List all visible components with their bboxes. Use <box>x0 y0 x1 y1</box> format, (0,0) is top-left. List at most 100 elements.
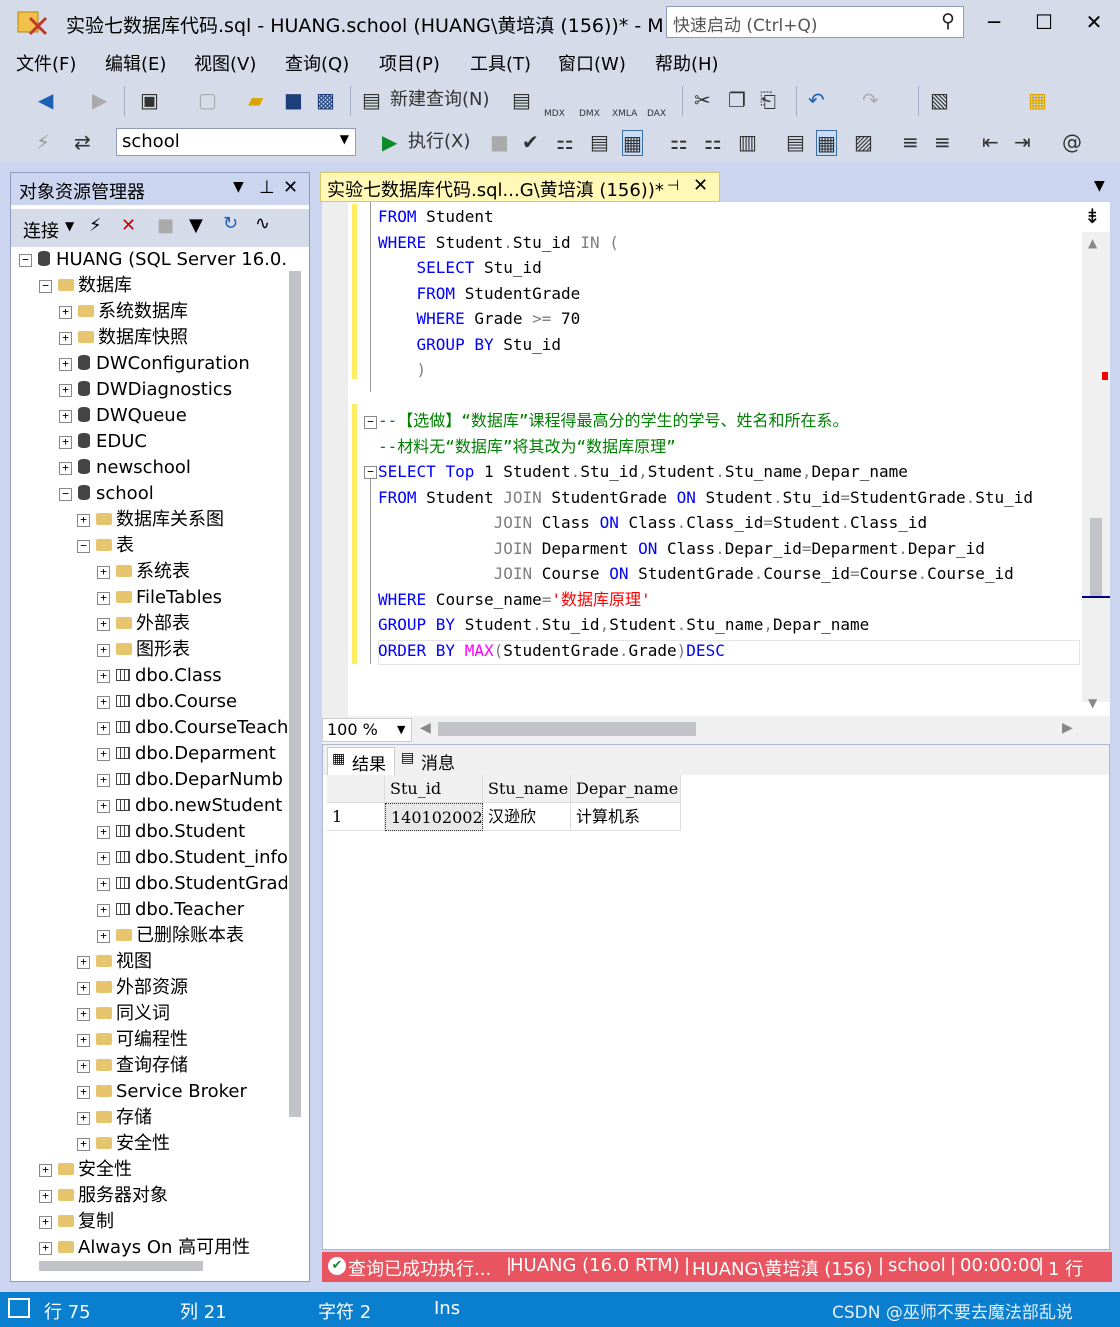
expand-icon[interactable]: + <box>97 877 110 891</box>
code-line[interactable]: --材料无“数据库”将其改为“数据库原理” <box>378 434 676 459</box>
live-stats-icon[interactable]: ⚏ <box>704 130 722 154</box>
expand-icon[interactable]: + <box>97 669 110 683</box>
solution-explorer-icon[interactable]: ▦ <box>1028 88 1047 112</box>
scrollbar-thumb[interactable] <box>1090 518 1102 598</box>
increase-indent-icon[interactable]: ⇥ <box>1014 130 1031 154</box>
results-to-text-icon[interactable]: ▤ <box>786 130 805 154</box>
tree-node-database-snapshots[interactable]: + 数据库快照 <box>59 325 188 351</box>
display-plan-icon[interactable]: ⚏ <box>556 130 574 154</box>
tree-node-filetables[interactable]: + FileTables <box>97 585 222 611</box>
refresh-icon[interactable]: ↻ <box>223 213 238 234</box>
tree-node-views[interactable]: + 视图 <box>77 949 152 975</box>
tree-node-tables[interactable]: − 表 <box>77 533 134 559</box>
database-select[interactable]: school ▼ <box>116 128 356 156</box>
expand-icon[interactable]: + <box>77 1033 90 1047</box>
code-line[interactable]: SELECT Top 1 Student.Stu_id,Student.Stu_… <box>378 459 908 484</box>
uncomment-icon[interactable]: ≡ <box>934 130 951 154</box>
expand-icon[interactable]: + <box>59 409 72 423</box>
collapse-icon[interactable]: − <box>364 416 377 429</box>
tab-results[interactable]: ▦ 结果 <box>327 747 395 775</box>
expand-icon[interactable]: + <box>97 825 110 839</box>
tree-node-dwqueue[interactable]: + DWQueue <box>59 403 187 429</box>
menu-edit[interactable]: 编辑(E) <box>105 50 166 76</box>
expand-icon[interactable]: + <box>77 513 90 527</box>
connect-icon[interactable]: ⚡ <box>36 130 50 154</box>
menu-help[interactable]: 帮助(H) <box>655 50 719 76</box>
tree-node-query-store[interactable]: + 查询存储 <box>77 1053 188 1079</box>
include-plan-icon[interactable]: ⚏ <box>670 130 688 154</box>
code-line[interactable]: FROM Student JOIN StudentGrade ON Studen… <box>378 485 1033 510</box>
object-explorer-hscrollbar[interactable] <box>39 1261 203 1271</box>
code-line[interactable]: --【选做】“数据库”课程得最高分的学生的学号、姓名和所在系。 <box>378 408 849 433</box>
code-line[interactable]: GROUP BY Stu_id <box>378 332 562 357</box>
tree-node-server[interactable]: − HUANG (SQL Server 16.0.1 <box>19 247 287 273</box>
collapse-icon[interactable]: − <box>59 487 72 501</box>
redo-icon[interactable]: ↷ <box>862 88 879 112</box>
expand-icon[interactable]: + <box>97 591 110 605</box>
tree-node-table[interactable]: + dbo.Student <box>97 819 245 845</box>
scroll-up-icon[interactable]: ▲ <box>1088 236 1097 250</box>
expand-icon[interactable]: + <box>77 1137 90 1151</box>
expand-icon[interactable]: + <box>97 565 110 579</box>
pin-icon[interactable]: ⊣ <box>667 178 679 194</box>
expand-icon[interactable]: + <box>39 1189 52 1203</box>
expand-icon[interactable]: + <box>39 1241 52 1255</box>
comment-out-icon[interactable]: ≡ <box>902 130 919 154</box>
code-area[interactable]: FROM Student WHERE Student.Stu_id IN ( SE… <box>378 204 1084 709</box>
tree-node-server-objects[interactable]: + 服务器对象 <box>39 1183 168 1209</box>
tree-node-table[interactable]: + dbo.Class <box>97 663 222 689</box>
execute-button[interactable]: 执行(X) <box>408 130 470 154</box>
zoom-select[interactable]: 100 % ▼ <box>322 718 412 742</box>
expand-icon[interactable]: + <box>77 1085 90 1099</box>
activity-monitor-icon[interactable]: ▧ <box>930 88 949 112</box>
code-line[interactable]: WHERE Student.Stu_id IN ( <box>378 230 619 255</box>
scroll-down-icon[interactable]: ▼ <box>1088 696 1097 710</box>
expand-icon[interactable]: + <box>97 643 110 657</box>
chevron-down-icon[interactable]: ▼ <box>1094 178 1105 194</box>
expand-icon[interactable]: + <box>97 903 110 917</box>
execute-icon[interactable]: ▶ <box>382 130 397 154</box>
expand-icon[interactable]: + <box>59 357 72 371</box>
code-line[interactable]: FROM Student <box>378 204 494 229</box>
close-tab-icon[interactable]: ✕ <box>693 175 708 196</box>
expand-icon[interactable]: + <box>97 695 110 709</box>
tree-node-table[interactable]: + dbo.DeparNumb <box>97 767 283 793</box>
column-header[interactable]: Stu_id <box>385 775 483 803</box>
expand-icon[interactable]: + <box>77 1111 90 1125</box>
cut-icon[interactable]: ✂ <box>694 88 711 112</box>
menu-tools[interactable]: 工具(T) <box>470 50 531 76</box>
db-engine-query-icon[interactable]: ▤ <box>512 88 531 112</box>
tree-node-replication[interactable]: + 复制 <box>39 1209 114 1235</box>
tree-node-system-databases[interactable]: + 系统数据库 <box>59 299 188 325</box>
tree-node-dwconfiguration[interactable]: + DWConfiguration <box>59 351 250 377</box>
undo-icon[interactable]: ↶ <box>808 88 825 112</box>
column-header[interactable]: Stu_name <box>483 775 571 803</box>
specify-values-icon[interactable]: @ <box>1062 130 1082 154</box>
search-icon[interactable]: ⚲ <box>941 10 955 32</box>
expand-icon[interactable]: + <box>77 955 90 969</box>
expand-icon[interactable]: + <box>59 383 72 397</box>
menu-window[interactable]: 窗口(W) <box>558 50 626 76</box>
tree-node-storage[interactable]: + 存储 <box>77 1105 152 1131</box>
expand-icon[interactable]: + <box>77 981 90 995</box>
decrease-indent-icon[interactable]: ⇤ <box>982 130 999 154</box>
editor-hscrollbar-thumb[interactable] <box>438 722 696 736</box>
chevron-down-icon[interactable]: ▼ <box>233 179 244 195</box>
tree-node-table[interactable]: + dbo.Course <box>97 689 237 715</box>
tree-node-external-resources[interactable]: + 外部资源 <box>77 975 188 1001</box>
tree-node-system-tables[interactable]: + 系统表 <box>97 559 190 585</box>
tab-messages[interactable]: ▤ 消息 <box>399 747 463 775</box>
tree-node-school[interactable]: − school <box>59 481 154 507</box>
collapse-icon[interactable]: − <box>77 539 90 553</box>
connect-button[interactable]: 连接 <box>23 217 59 243</box>
expand-icon[interactable]: + <box>39 1163 52 1177</box>
grid-cell[interactable]: 汉逊欣 <box>483 803 571 831</box>
filter-icon[interactable]: ▼ <box>189 215 203 236</box>
menu-project[interactable]: 项目(P) <box>379 50 440 76</box>
tree-node-external-tables[interactable]: + 外部表 <box>97 611 190 637</box>
close-icon[interactable]: ✕ <box>283 177 298 198</box>
code-line[interactable]: JOIN Class ON Class.Class_id=Student.Cla… <box>378 510 928 535</box>
collapse-icon[interactable]: − <box>364 466 377 479</box>
expand-icon[interactable]: + <box>59 461 72 475</box>
expand-icon[interactable]: + <box>77 1059 90 1073</box>
